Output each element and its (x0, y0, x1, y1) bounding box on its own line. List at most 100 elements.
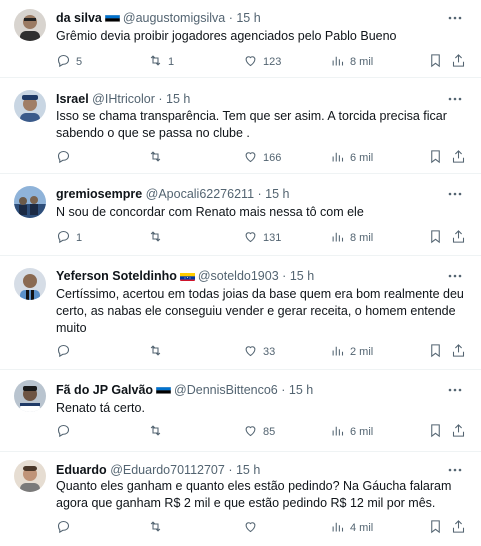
tweet-header: Eduardo @Eduardo70112707 · 15 h (56, 463, 261, 477)
tweet[interactable]: Eduardo @Eduardo70112707 · 15 h Quanto e… (0, 452, 481, 546)
display-name[interactable]: Eduardo (56, 463, 107, 477)
share-button[interactable] (451, 422, 466, 442)
timestamp[interactable]: 15 h (290, 269, 314, 283)
share-button[interactable] (451, 52, 466, 72)
like-button[interactable]: 123 (243, 52, 281, 72)
handle[interactable]: @DennisBittenco6 (174, 383, 278, 397)
more-icon[interactable] (447, 186, 463, 202)
retweet-button[interactable] (148, 228, 168, 248)
bookmark-button[interactable] (428, 518, 443, 538)
timestamp[interactable]: 15 h (236, 463, 260, 477)
retweet-button[interactable] (148, 342, 168, 362)
reply-button[interactable]: 5 (56, 52, 82, 72)
bookmark-icon (428, 149, 443, 167)
views-button[interactable]: 8 mil (330, 228, 373, 248)
retweet-button[interactable] (148, 422, 168, 442)
bookmark-icon (428, 53, 443, 71)
estonia-flag-icon (156, 385, 172, 395)
action-bar: 5 1 123 8 mil (50, 52, 467, 72)
retweet-button[interactable]: 1 (148, 52, 174, 72)
display-name[interactable]: Fã do JP Galvão (56, 383, 153, 397)
views-button[interactable]: 6 mil (330, 422, 373, 442)
avatar[interactable] (14, 268, 46, 300)
views-icon (330, 53, 345, 71)
bookmark-button[interactable] (428, 148, 443, 168)
like-button[interactable] (243, 518, 263, 538)
retweet-button[interactable] (148, 148, 168, 168)
tweet[interactable]: Israel @IHtricolor · 15 h Isso se chama … (0, 78, 481, 174)
more-icon[interactable] (447, 382, 463, 398)
bookmark-button[interactable] (428, 342, 443, 362)
reply-button[interactable] (56, 148, 76, 168)
tweet[interactable]: gremiosempre @Apocali62276211 · 15 h N s… (0, 174, 481, 256)
like-button[interactable]: 33 (243, 342, 275, 362)
tweet[interactable]: Yeferson Soteldinho @soteldo1903 · 15 h C… (0, 256, 481, 370)
view-count: 4 mil (350, 522, 374, 534)
venezuela-flag-icon (179, 271, 195, 281)
avatar[interactable] (14, 380, 46, 412)
more-icon[interactable] (447, 268, 463, 284)
tweet-header: Israel @IHtricolor · 15 h (56, 92, 191, 106)
reply-button[interactable] (56, 422, 76, 442)
like-count: 85 (263, 426, 276, 438)
avatar[interactable] (14, 460, 46, 492)
handle[interactable]: @Apocali62276211 (146, 187, 254, 201)
display-name[interactable]: gremiosempre (56, 187, 142, 201)
avatar[interactable] (14, 90, 46, 122)
handle[interactable]: @IHtricolor (92, 92, 155, 106)
heart-icon (243, 53, 258, 71)
timestamp[interactable]: 15 h (166, 92, 190, 106)
share-button[interactable] (451, 518, 466, 538)
like-button[interactable]: 131 (243, 228, 281, 248)
bookmark-button[interactable] (428, 422, 443, 442)
views-button[interactable]: 6 mil (330, 148, 373, 168)
display-name[interactable]: da silva (56, 11, 102, 25)
views-icon (330, 149, 345, 167)
views-icon (330, 229, 345, 247)
reply-button[interactable] (56, 518, 76, 538)
retweet-button[interactable] (148, 518, 168, 538)
share-button[interactable] (451, 228, 466, 248)
more-icon[interactable] (447, 10, 463, 26)
bookmark-icon (428, 343, 443, 361)
handle[interactable]: @soteldo1903 (198, 269, 279, 283)
more-icon[interactable] (447, 91, 463, 107)
views-button[interactable]: 8 mil (330, 52, 373, 72)
display-name[interactable]: Yeferson Soteldinho (56, 269, 177, 283)
views-button[interactable]: 4 mil (330, 518, 373, 538)
tweet-text: Certíssimo, acertou em todas joias da ba… (56, 287, 464, 335)
action-bar: 1 131 8 mil (50, 228, 467, 248)
tweet[interactable]: Fã do JP Galvão @DennisBittenco6 · 15 h R… (0, 370, 481, 452)
avatar[interactable] (14, 9, 46, 41)
views-button[interactable]: 2 mil (330, 342, 373, 362)
like-button[interactable]: 166 (243, 148, 281, 168)
bookmark-icon (428, 423, 443, 441)
handle[interactable]: @augustomigsilva (123, 11, 225, 25)
share-button[interactable] (451, 342, 466, 362)
reply-button[interactable] (56, 342, 76, 362)
avatar[interactable] (14, 186, 46, 218)
share-button[interactable] (451, 148, 466, 168)
estonia-flag-icon (104, 13, 120, 23)
like-count: 123 (263, 56, 282, 68)
share-icon (451, 149, 466, 167)
reply-button[interactable]: 1 (56, 228, 82, 248)
heart-icon (243, 423, 258, 441)
timestamp[interactable]: 15 h (265, 187, 289, 201)
timestamp[interactable]: 15 h (289, 383, 313, 397)
bookmark-button[interactable] (428, 228, 443, 248)
tweet[interactable]: da silva @augustomigsilva · 15 h Grêmio d… (0, 0, 481, 78)
like-count: 166 (263, 152, 282, 164)
reply-icon (56, 229, 71, 247)
bookmark-button[interactable] (428, 52, 443, 72)
handle[interactable]: @Eduardo70112707 (110, 463, 225, 477)
more-icon[interactable] (447, 462, 463, 478)
heart-icon (243, 343, 258, 361)
tweet-header: gremiosempre @Apocali62276211 · 15 h (56, 187, 290, 201)
share-icon (451, 229, 466, 247)
timestamp[interactable]: 15 h (236, 11, 260, 25)
reply-icon (56, 423, 71, 441)
display-name[interactable]: Israel (56, 92, 89, 106)
like-button[interactable]: 85 (243, 422, 275, 442)
like-count: 131 (263, 232, 282, 244)
